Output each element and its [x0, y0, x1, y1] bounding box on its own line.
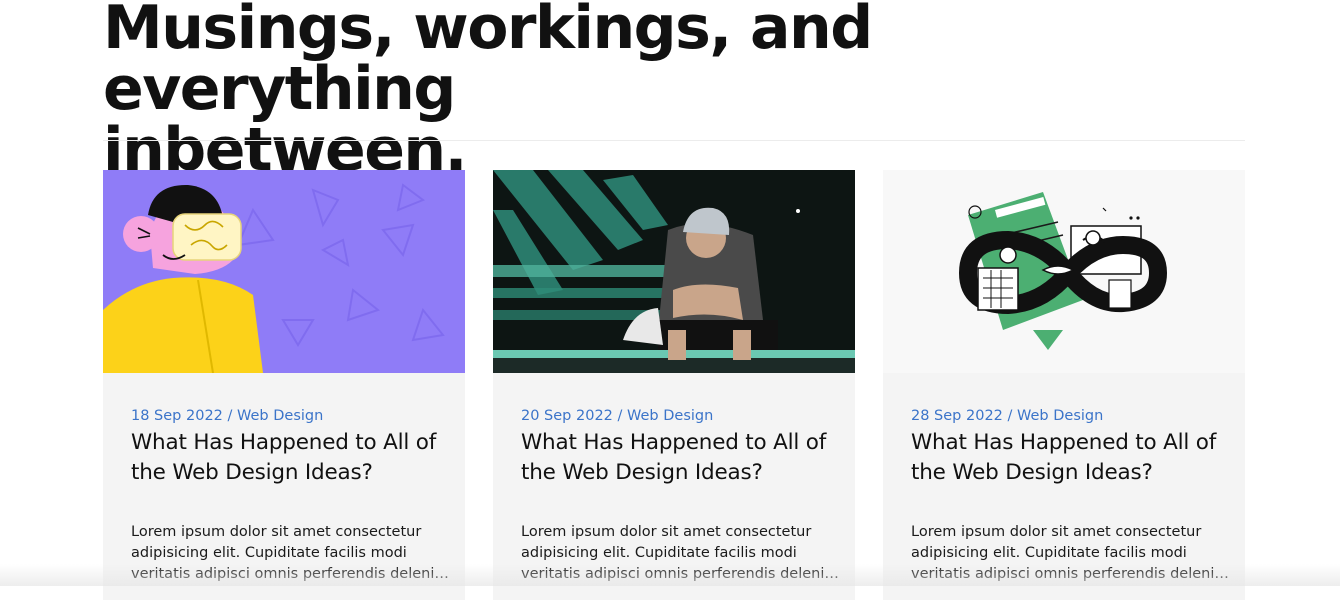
blog-card-2[interactable]: 20 Sep 2022 / Web Design What Has Happen… [493, 170, 855, 600]
blog-card-1[interactable]: 18 Sep 2022 / Web Design What Has Happen… [103, 170, 465, 600]
bottom-fade [0, 564, 1340, 586]
post-meta: 20 Sep 2022 / Web Design [521, 408, 713, 424]
post-title[interactable]: What Has Happened to All of the Web Desi… [521, 428, 831, 488]
meta-separator: / [222, 408, 238, 424]
meta-separator: / [1002, 408, 1018, 424]
post-image-infinity-illustration[interactable] [883, 170, 1245, 373]
post-image-man-phone-photo[interactable] [493, 170, 855, 373]
blog-card-3[interactable]: 28 Sep 2022 / Web Design What Has Happen… [883, 170, 1245, 600]
post-date: 20 Sep 2022 [521, 408, 613, 424]
post-category-link[interactable]: Web Design [627, 408, 713, 424]
post-title[interactable]: What Has Happened to All of the Web Desi… [911, 428, 1221, 488]
post-image-vr-illustration[interactable] [103, 170, 465, 373]
post-meta: 28 Sep 2022 / Web Design [911, 408, 1103, 424]
page-heading-line-1: Musings, workings, and everything [103, 0, 873, 124]
page-heading: Musings, workings, and everything inbetw… [103, 0, 1203, 181]
post-category-link[interactable]: Web Design [1017, 408, 1103, 424]
post-date: 18 Sep 2022 [131, 408, 223, 424]
post-meta: 18 Sep 2022 / Web Design [131, 408, 323, 424]
post-title[interactable]: What Has Happened to All of the Web Desi… [131, 428, 441, 488]
heading-divider [103, 140, 1245, 141]
post-date: 28 Sep 2022 [911, 408, 1003, 424]
post-category-link[interactable]: Web Design [237, 408, 323, 424]
meta-separator: / [612, 408, 628, 424]
